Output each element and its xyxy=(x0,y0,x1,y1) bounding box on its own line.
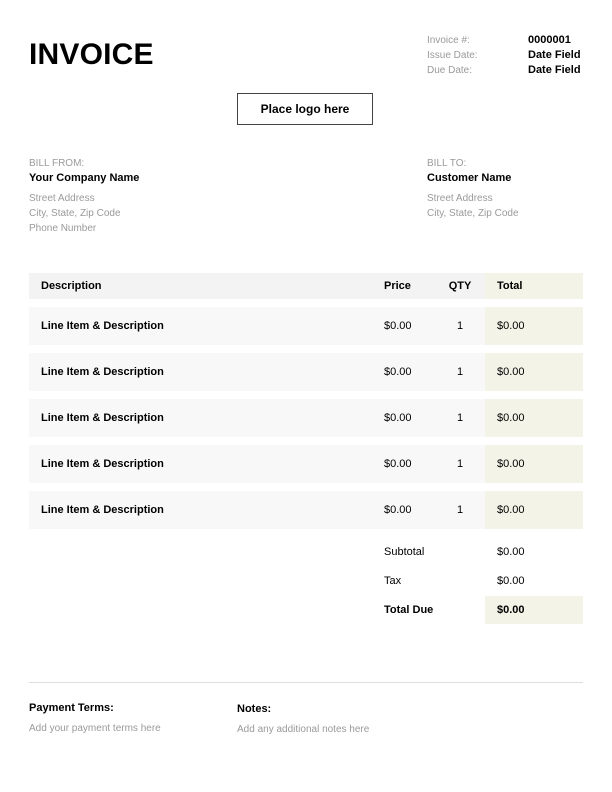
bill-to-label: BILL TO: xyxy=(427,158,467,169)
bill-from-phone[interactable]: Phone Number xyxy=(29,223,96,234)
row-price[interactable]: $0.00 xyxy=(384,307,412,345)
bill-from-city[interactable]: City, State, Zip Code xyxy=(29,208,121,219)
row-description[interactable]: Line Item & Description xyxy=(41,353,164,391)
row-description[interactable]: Line Item & Description xyxy=(41,307,164,345)
notes-text[interactable]: Add any additional notes here xyxy=(237,724,369,735)
invoice-number-label: Invoice #: xyxy=(427,35,470,46)
row-qty[interactable]: 1 xyxy=(449,353,471,391)
total-due-value: $0.00 xyxy=(485,596,583,624)
row-price[interactable]: $0.00 xyxy=(384,353,412,391)
due-date-value[interactable]: Date Field xyxy=(528,64,581,76)
bill-from-label: BILL FROM: xyxy=(29,158,85,169)
total-due-label: Total Due xyxy=(384,604,434,616)
header-price: Price xyxy=(384,280,411,292)
row-price[interactable]: $0.00 xyxy=(384,399,412,437)
issue-date-label: Issue Date: xyxy=(427,50,478,61)
table-row: Line Item & Description $0.00 1 $0.00 xyxy=(29,353,583,391)
bill-to-street[interactable]: Street Address xyxy=(427,193,493,204)
row-qty[interactable]: 1 xyxy=(449,445,471,483)
row-total: $0.00 xyxy=(485,399,583,437)
row-qty[interactable]: 1 xyxy=(449,491,471,529)
row-price[interactable]: $0.00 xyxy=(384,491,412,529)
bill-from-street[interactable]: Street Address xyxy=(29,193,95,204)
payment-terms-text[interactable]: Add your payment terms here xyxy=(29,723,161,734)
row-total: $0.00 xyxy=(485,491,583,529)
logo-placeholder-text: Place logo here xyxy=(260,102,350,116)
logo-placeholder[interactable]: Place logo here xyxy=(237,93,373,125)
row-total: $0.00 xyxy=(485,353,583,391)
header-total: Total xyxy=(485,273,583,299)
footer-divider xyxy=(29,682,583,683)
subtotal-value: $0.00 xyxy=(497,546,525,558)
total-due-row: Total Due $0.00 xyxy=(384,596,583,624)
table-row: Line Item & Description $0.00 1 $0.00 xyxy=(29,307,583,345)
bill-from-company-name[interactable]: Your Company Name xyxy=(29,172,139,184)
tax-value[interactable]: $0.00 xyxy=(485,567,583,595)
subtotal-row: Subtotal $0.00 xyxy=(384,538,583,566)
table-row: Line Item & Description $0.00 1 $0.00 xyxy=(29,445,583,483)
due-date-label: Due Date: xyxy=(427,65,473,76)
tax-label: Tax xyxy=(384,575,402,587)
table-header-row: Description Price QTY Total xyxy=(29,273,583,299)
payment-terms-label: Payment Terms: xyxy=(29,702,114,714)
issue-date-value[interactable]: Date Field xyxy=(528,49,581,61)
row-total: $0.00 xyxy=(485,445,583,483)
row-price[interactable]: $0.00 xyxy=(384,445,412,483)
header-qty: QTY xyxy=(448,280,472,292)
bill-to-customer-name[interactable]: Customer Name xyxy=(427,172,511,184)
row-total: $0.00 xyxy=(485,307,583,345)
table-row: Line Item & Description $0.00 1 $0.00 xyxy=(29,491,583,529)
row-qty[interactable]: 1 xyxy=(449,307,471,345)
invoice-title: INVOICE xyxy=(29,38,154,71)
notes-label: Notes: xyxy=(237,703,272,715)
tax-row: Tax $0.00 xyxy=(384,567,583,595)
row-description[interactable]: Line Item & Description xyxy=(41,399,164,437)
row-description[interactable]: Line Item & Description xyxy=(41,491,164,529)
row-qty[interactable]: 1 xyxy=(449,399,471,437)
row-description[interactable]: Line Item & Description xyxy=(41,445,164,483)
bill-to-city[interactable]: City, State, Zip Code xyxy=(427,208,519,219)
table-row: Line Item & Description $0.00 1 $0.00 xyxy=(29,399,583,437)
invoice-number-value[interactable]: 0000001 xyxy=(528,34,571,46)
subtotal-label: Subtotal xyxy=(384,546,425,558)
line-items-table: Description Price QTY Total Line Item & … xyxy=(29,273,583,529)
header-description: Description xyxy=(41,280,102,292)
